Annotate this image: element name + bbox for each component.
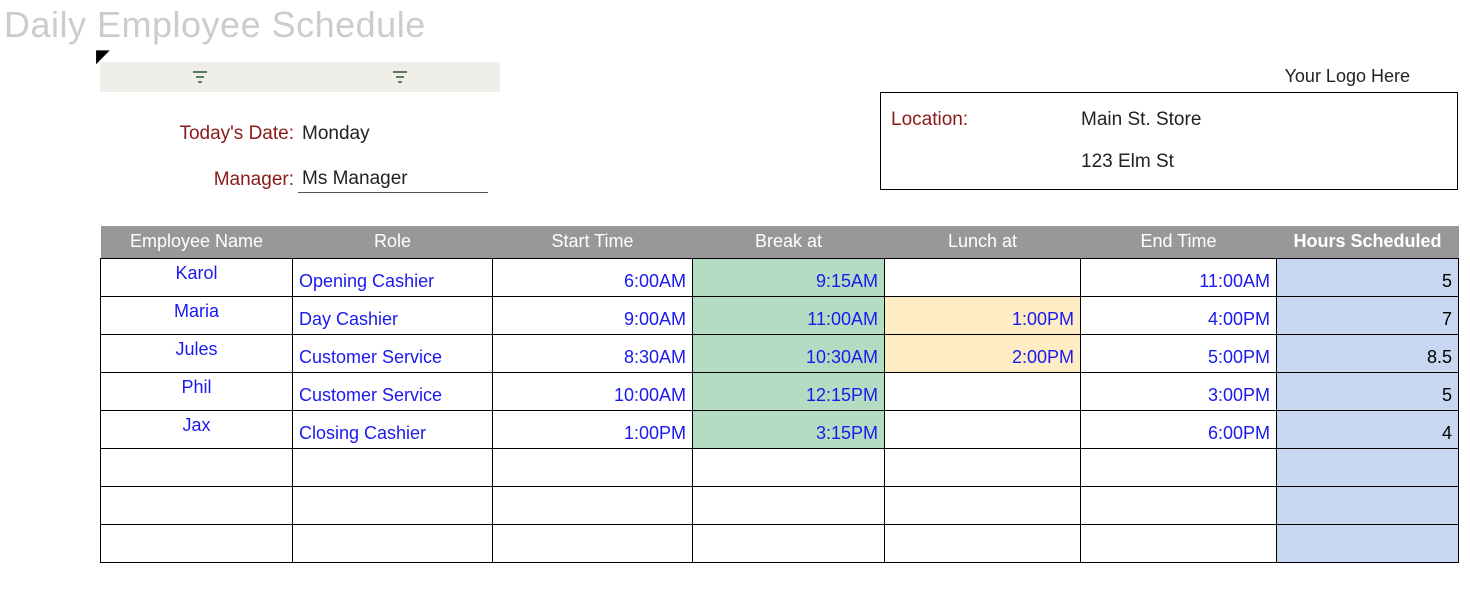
cell-hours[interactable] [1277, 486, 1459, 524]
cell-end[interactable] [1081, 448, 1277, 486]
cell-hours[interactable]: 5 [1277, 258, 1459, 296]
cell-lunch[interactable] [885, 486, 1081, 524]
manager-value[interactable]: Ms Manager [298, 168, 488, 193]
filter-cell-2[interactable] [300, 62, 500, 92]
cell-break[interactable]: 11:00AM [693, 296, 885, 334]
filter-bar [100, 62, 500, 92]
page-title: Daily Employee Schedule [4, 4, 1470, 46]
cell-start[interactable] [493, 524, 693, 562]
location-name: Main St. Store [1081, 109, 1201, 131]
location-address: 123 Elm St [1081, 151, 1174, 173]
cell-break[interactable]: 9:15AM [693, 258, 885, 296]
col-hours: Hours Scheduled [1277, 226, 1459, 258]
cell-lunch[interactable]: 1:00PM [885, 296, 1081, 334]
cell-name[interactable] [101, 486, 293, 524]
cell-role[interactable]: Customer Service [293, 334, 493, 372]
cell-hours[interactable]: 7 [1277, 296, 1459, 334]
cell-role[interactable]: Closing Cashier [293, 410, 493, 448]
cell-start[interactable]: 1:00PM [493, 410, 693, 448]
cell-break[interactable] [693, 448, 885, 486]
cell-name[interactable]: Phil [101, 372, 293, 410]
cell-start[interactable]: 6:00AM [493, 258, 693, 296]
cell-hours[interactable] [1277, 524, 1459, 562]
cell-end[interactable]: 5:00PM [1081, 334, 1277, 372]
cell-name[interactable]: Jax [101, 410, 293, 448]
cell-name[interactable] [101, 448, 293, 486]
cell-lunch[interactable]: 2:00PM [885, 334, 1081, 372]
table-row: JulesCustomer Service8:30AM10:30AM2:00PM… [101, 334, 1459, 372]
cell-start[interactable] [493, 448, 693, 486]
cell-break[interactable] [693, 486, 885, 524]
table-row-empty [101, 486, 1459, 524]
location-box: Location: Main St. Store 123 Elm St [880, 92, 1458, 190]
col-role: Role [293, 226, 493, 258]
date-value: Monday [298, 123, 488, 145]
col-name: Employee Name [101, 226, 293, 258]
manager-label: Manager: [100, 169, 298, 191]
filter-icon [393, 71, 407, 83]
cell-lunch[interactable] [885, 372, 1081, 410]
filter-icon [193, 71, 207, 83]
cell-lunch[interactable] [885, 448, 1081, 486]
table-row: JaxClosing Cashier1:00PM3:15PM 6:00PM4 [101, 410, 1459, 448]
cell-role[interactable]: Opening Cashier [293, 258, 493, 296]
cell-end[interactable] [1081, 486, 1277, 524]
cell-lunch[interactable] [885, 410, 1081, 448]
cell-name[interactable]: Jules [101, 334, 293, 372]
cell-end[interactable]: 11:00AM [1081, 258, 1277, 296]
table-row-empty [101, 524, 1459, 562]
table-header-row: Employee Name Role Start Time Break at L… [101, 226, 1459, 258]
cell-name[interactable]: Maria [101, 296, 293, 334]
table-row-empty [101, 448, 1459, 486]
location-label: Location: [891, 109, 1081, 131]
cell-lunch[interactable] [885, 524, 1081, 562]
cell-start[interactable]: 8:30AM [493, 334, 693, 372]
table-row: KarolOpening Cashier6:00AM9:15AM 11:00AM5 [101, 258, 1459, 296]
cell-hours[interactable] [1277, 448, 1459, 486]
cell-lunch[interactable] [885, 258, 1081, 296]
cell-break[interactable]: 10:30AM [693, 334, 885, 372]
cell-end[interactable]: 6:00PM [1081, 410, 1277, 448]
cell-break[interactable]: 3:15PM [693, 410, 885, 448]
cell-role[interactable] [293, 486, 493, 524]
cell-hours[interactable]: 4 [1277, 410, 1459, 448]
cell-start[interactable] [493, 486, 693, 524]
header-area: Today's Date: Monday Manager: Ms Manager… [100, 56, 1470, 226]
col-start: Start Time [493, 226, 693, 258]
cell-break[interactable]: 12:15PM [693, 372, 885, 410]
cell-name[interactable] [101, 524, 293, 562]
cell-start[interactable]: 10:00AM [493, 372, 693, 410]
logo-placeholder: Your Logo Here [1285, 66, 1410, 87]
filter-cell-1[interactable] [100, 62, 300, 92]
col-end: End Time [1081, 226, 1277, 258]
cell-end[interactable]: 3:00PM [1081, 372, 1277, 410]
col-lunch: Lunch at [885, 226, 1081, 258]
cell-role[interactable] [293, 448, 493, 486]
cell-role[interactable]: Day Cashier [293, 296, 493, 334]
col-break: Break at [693, 226, 885, 258]
cell-end[interactable] [1081, 524, 1277, 562]
date-label: Today's Date: [100, 123, 298, 145]
cell-role[interactable] [293, 524, 493, 562]
cell-hours[interactable]: 5 [1277, 372, 1459, 410]
cell-end[interactable]: 4:00PM [1081, 296, 1277, 334]
table-row: MariaDay Cashier9:00AM11:00AM1:00PM4:00P… [101, 296, 1459, 334]
cell-hours[interactable]: 8.5 [1277, 334, 1459, 372]
schedule-table: Employee Name Role Start Time Break at L… [100, 226, 1459, 563]
cell-role[interactable]: Customer Service [293, 372, 493, 410]
info-left: Today's Date: Monday Manager: Ms Manager [100, 114, 500, 200]
cell-name[interactable]: Karol [101, 258, 293, 296]
cell-break[interactable] [693, 524, 885, 562]
table-row: PhilCustomer Service10:00AM12:15PM 3:00PM… [101, 372, 1459, 410]
cell-start[interactable]: 9:00AM [493, 296, 693, 334]
